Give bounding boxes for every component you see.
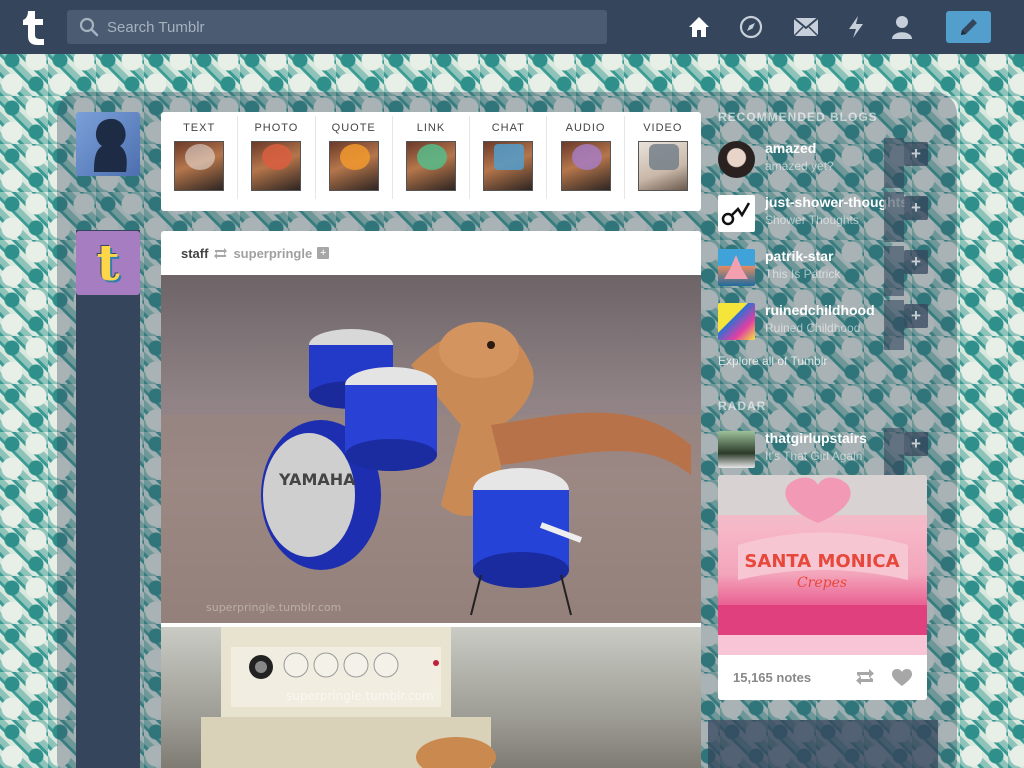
left-avatar-column bbox=[76, 230, 140, 768]
radar-title: RADAR bbox=[718, 399, 767, 413]
photo-post-icon bbox=[251, 141, 302, 191]
notes-count[interactable]: 15,165 notes bbox=[733, 670, 811, 685]
post-header: staff superpringle + bbox=[161, 231, 701, 275]
heart-icon[interactable] bbox=[892, 669, 912, 687]
follow-source-button[interactable]: + bbox=[317, 247, 330, 259]
post-type-quote[interactable]: QUOTE bbox=[316, 116, 393, 199]
post-type-link[interactable]: LINK bbox=[393, 116, 471, 199]
photo-watermark: superpringle.tumblr.com bbox=[206, 601, 342, 614]
blog-avatar[interactable] bbox=[718, 303, 755, 340]
reblog-icon[interactable] bbox=[855, 669, 875, 685]
svg-text:YAMAHA: YAMAHA bbox=[278, 470, 356, 489]
follow-blog-button[interactable]: + bbox=[904, 142, 928, 166]
post-type-audio[interactable]: AUDIO bbox=[547, 116, 625, 199]
sign-text: SANTA MONICA bbox=[744, 551, 899, 572]
blog-avatar[interactable] bbox=[718, 141, 755, 178]
follow-blog-button[interactable]: + bbox=[904, 304, 928, 328]
tumblr-logo[interactable] bbox=[18, 8, 52, 46]
post-type-label: TEXT bbox=[183, 122, 216, 134]
blog-avatar[interactable] bbox=[718, 431, 755, 468]
link-post-icon bbox=[405, 141, 456, 191]
user-avatar[interactable] bbox=[76, 112, 140, 176]
sign-sub-text: Crepes bbox=[797, 575, 847, 591]
post-type-text[interactable]: TEXT bbox=[161, 116, 239, 199]
pencil-icon bbox=[960, 19, 977, 35]
post-type-photo[interactable]: PHOTO bbox=[238, 116, 316, 199]
reblog-icon bbox=[214, 247, 228, 259]
row-fade bbox=[884, 138, 904, 188]
search-input[interactable] bbox=[107, 18, 587, 36]
account-icon[interactable] bbox=[890, 15, 914, 39]
top-nav-bar bbox=[0, 0, 1024, 54]
post-type-bar: TEXT PHOTO QUOTE LINK CHAT AUDIO VIDEO bbox=[161, 112, 701, 211]
row-fade bbox=[884, 246, 904, 296]
recommended-blog-row[interactable]: patrik-star This Is Patrick + bbox=[718, 246, 928, 296]
follow-blog-button[interactable]: + bbox=[904, 250, 928, 274]
sidebar-bottom-strip bbox=[708, 720, 938, 768]
post-type-label: LINK bbox=[416, 122, 446, 134]
explore-icon[interactable] bbox=[739, 15, 763, 39]
post-type-label: QUOTE bbox=[331, 122, 376, 134]
post-type-label: VIDEO bbox=[643, 122, 683, 134]
post-type-label: AUDIO bbox=[565, 122, 606, 134]
blog-avatar[interactable] bbox=[718, 195, 755, 232]
recommended-blogs-title: RECOMMENDED BLOGS bbox=[718, 110, 878, 124]
post-author-link[interactable]: staff bbox=[181, 246, 208, 261]
row-fade bbox=[884, 192, 904, 242]
radar-blog-row[interactable]: thatgirlupstairs It's That Girl Again + bbox=[718, 428, 928, 478]
photo-watermark: superpringle.tumblr.com bbox=[286, 689, 434, 703]
post-type-chat[interactable]: CHAT bbox=[470, 116, 548, 199]
recommended-blog-row[interactable]: ruinedchildhood Ruined Childhood + bbox=[718, 300, 928, 350]
radar-post-card: SANTA MONICA Crepes 15,165 notes bbox=[718, 475, 927, 700]
row-fade bbox=[884, 300, 904, 350]
recommended-blog-row[interactable]: amazed amazed yet? + bbox=[718, 138, 928, 188]
post-type-label: CHAT bbox=[491, 122, 525, 134]
dashboard-post: staff superpringle + YAMAHA superpringle… bbox=[161, 231, 701, 768]
post-photo-lizard-drums[interactable]: YAMAHA superpringle.tumblr.com bbox=[161, 275, 701, 623]
activity-icon[interactable] bbox=[844, 15, 868, 39]
search-icon bbox=[79, 17, 99, 37]
compose-button[interactable] bbox=[946, 11, 991, 43]
radar-post-footer: 15,165 notes bbox=[718, 655, 927, 700]
staff-avatar[interactable]: t bbox=[76, 231, 140, 295]
post-photo-lizard-amp[interactable]: superpringle.tumblr.com bbox=[161, 627, 701, 768]
recommended-blog-row[interactable]: just-shower-thoughts Shower Thoughts + bbox=[718, 192, 928, 242]
follow-blog-button[interactable]: + bbox=[904, 196, 928, 220]
search-box[interactable] bbox=[67, 10, 607, 44]
home-icon[interactable] bbox=[687, 15, 711, 39]
video-post-icon bbox=[637, 141, 688, 191]
follow-blog-button[interactable]: + bbox=[904, 432, 928, 456]
text-post-icon bbox=[174, 141, 225, 191]
blog-avatar[interactable] bbox=[718, 249, 755, 286]
post-type-video[interactable]: VIDEO bbox=[625, 116, 701, 199]
audio-post-icon bbox=[560, 141, 611, 191]
chat-post-icon bbox=[483, 141, 534, 191]
post-source-link[interactable]: superpringle bbox=[233, 246, 312, 261]
inbox-icon[interactable] bbox=[792, 15, 820, 39]
row-fade bbox=[884, 428, 904, 478]
post-type-label: PHOTO bbox=[254, 122, 299, 134]
quote-post-icon bbox=[328, 141, 379, 191]
radar-post-photo[interactable]: SANTA MONICA Crepes bbox=[718, 475, 927, 655]
explore-tumblr-link[interactable]: Explore all of Tumblr bbox=[718, 354, 827, 368]
